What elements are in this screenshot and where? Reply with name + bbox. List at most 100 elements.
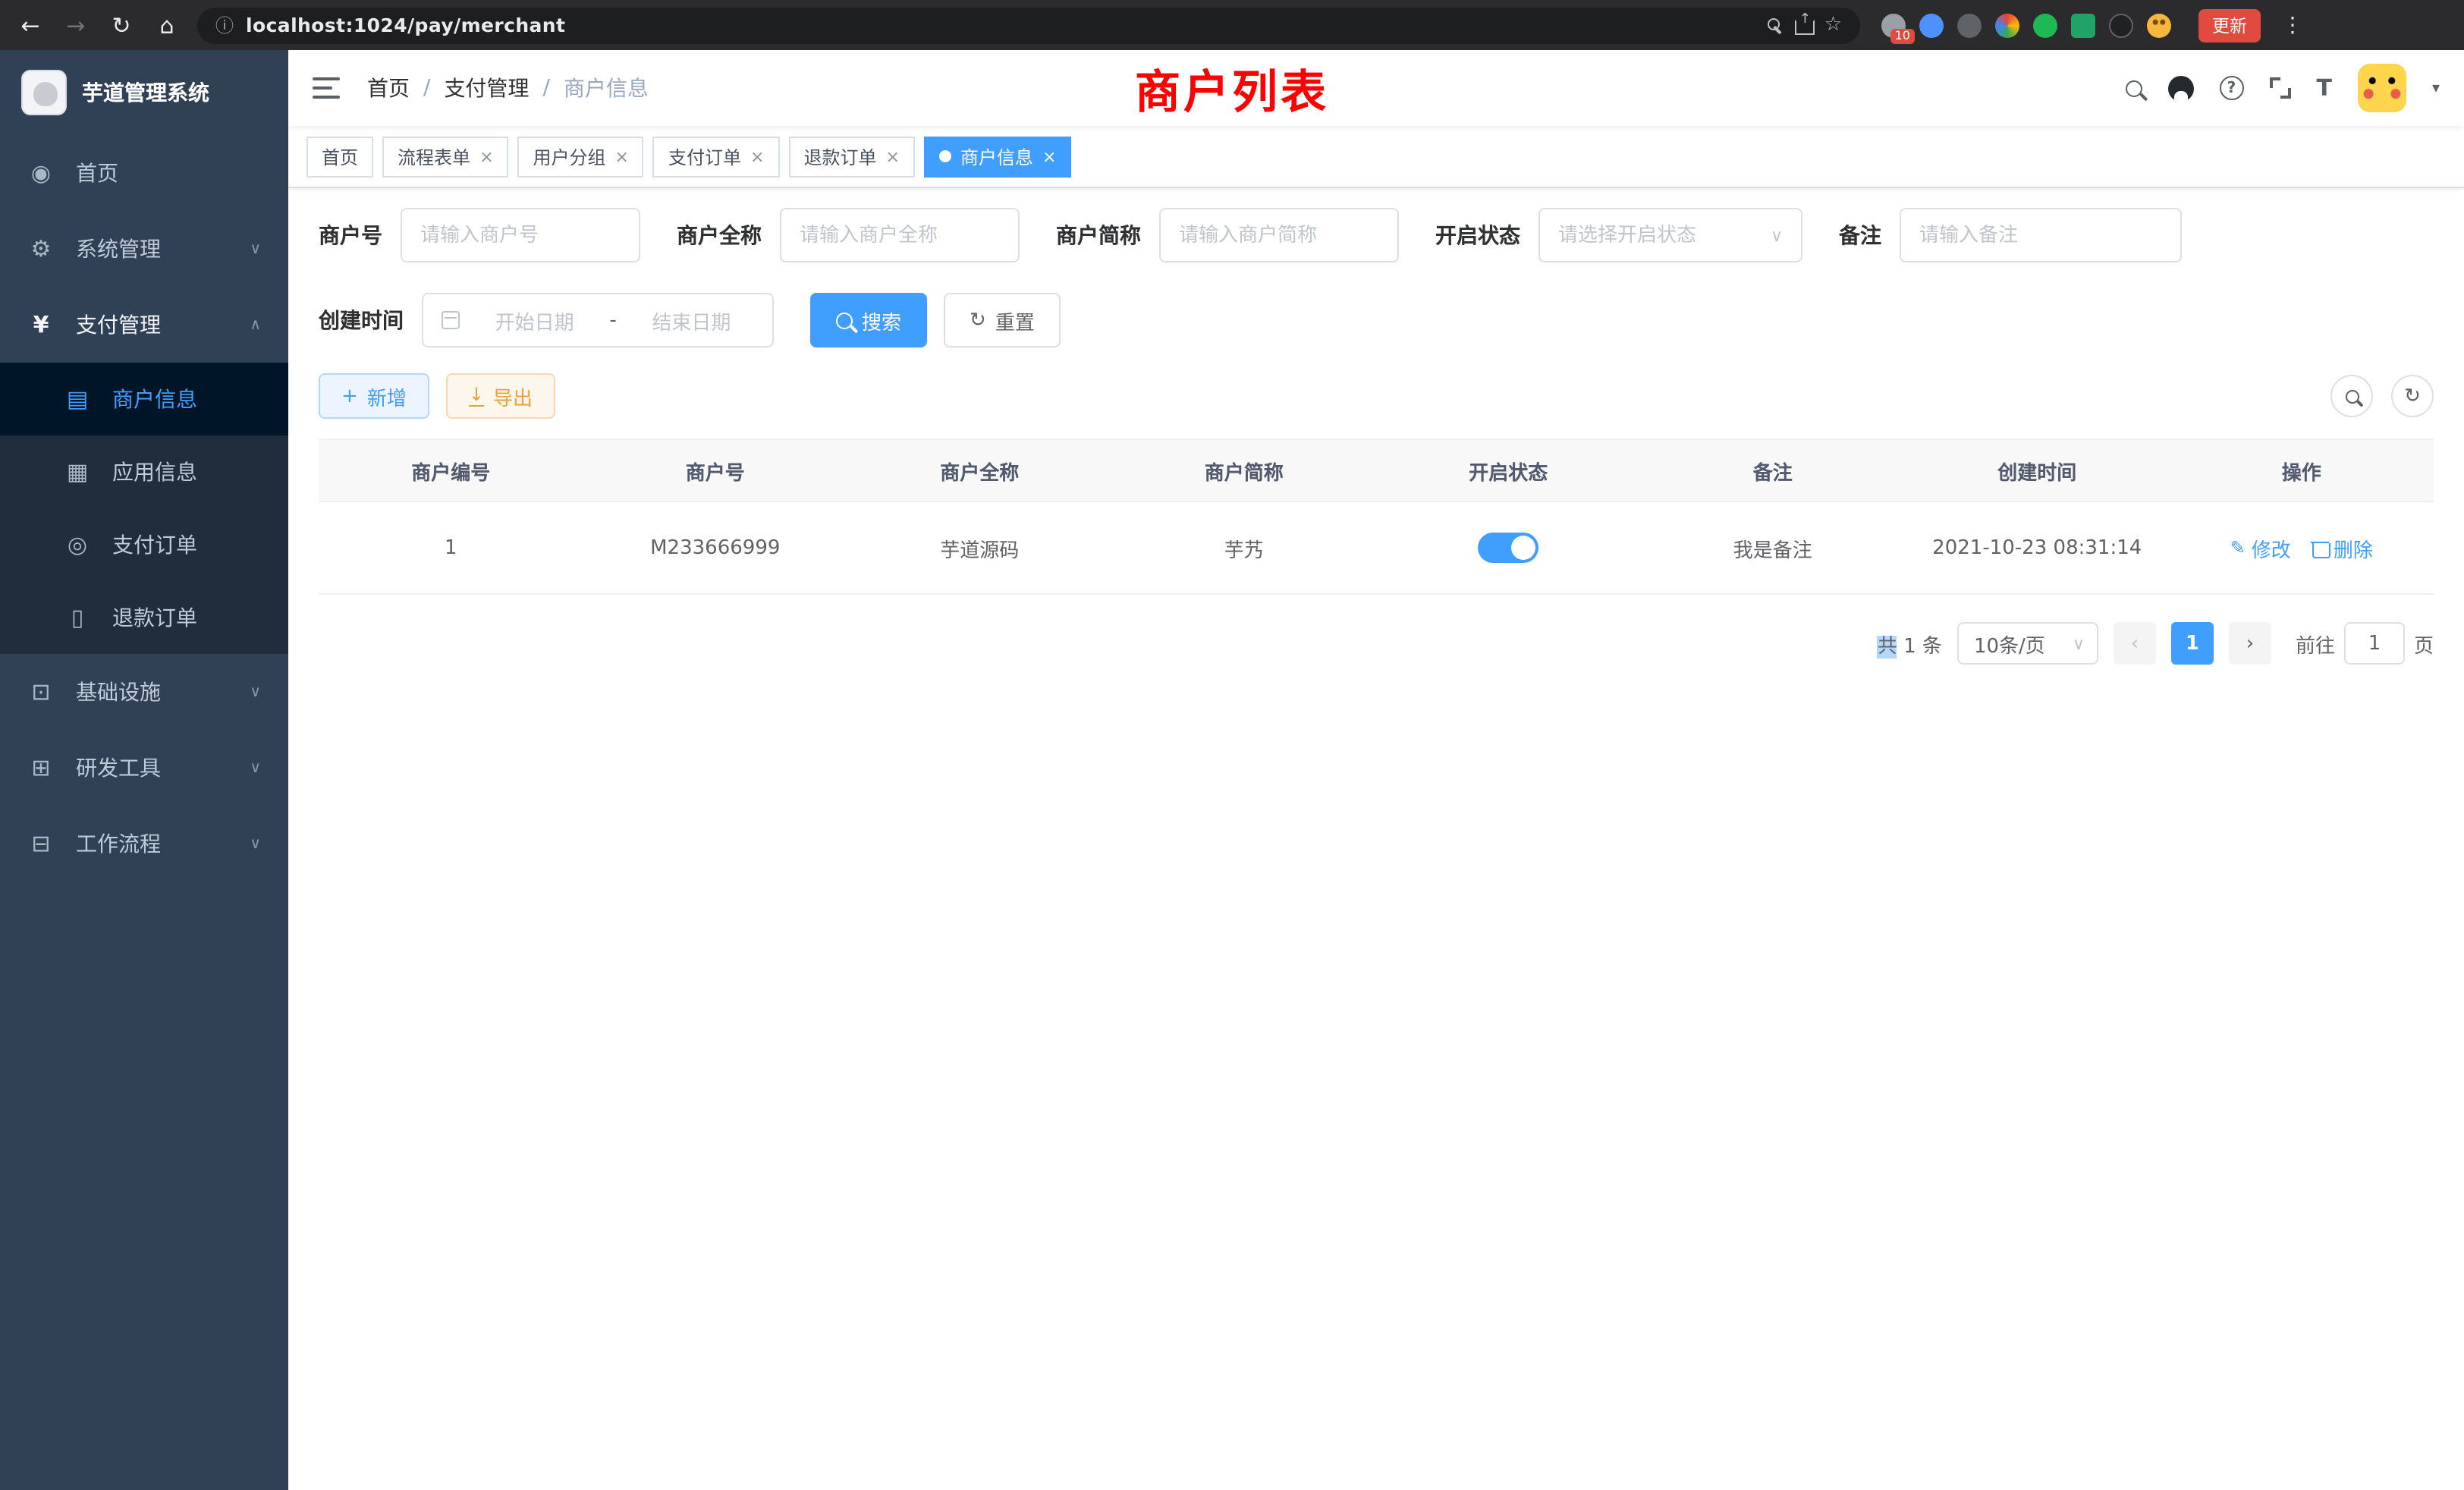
share-icon[interactable] bbox=[1796, 16, 1812, 34]
full-name-input[interactable] bbox=[780, 208, 1020, 262]
remark-field[interactable] bbox=[1919, 224, 2162, 247]
toggle-search-button[interactable] bbox=[2330, 375, 2373, 417]
add-button[interactable]: + 新增 bbox=[319, 373, 429, 419]
reset-button[interactable]: ↻ 重置 bbox=[944, 293, 1061, 347]
remark-input[interactable] bbox=[1900, 208, 2182, 262]
browser-home-icon[interactable]: ⌂ bbox=[152, 11, 182, 39]
search-icon[interactable] bbox=[2125, 80, 2142, 96]
github-icon[interactable] bbox=[2167, 75, 2193, 101]
browser-back-icon[interactable]: ← bbox=[15, 11, 46, 39]
app-title: 芋道管理系统 bbox=[82, 77, 209, 108]
extension-avatar-icon[interactable] bbox=[2147, 13, 2171, 37]
close-icon[interactable]: × bbox=[750, 146, 764, 166]
column-header: 创建时间 bbox=[1905, 440, 2170, 501]
search-button[interactable]: 搜索 bbox=[810, 293, 927, 347]
date-range-picker[interactable]: 开始日期 - 结束日期 bbox=[422, 293, 774, 347]
address-bar[interactable]: ⓘ localhost:1024/pay/merchant ☆ bbox=[197, 7, 1860, 43]
sidebar-item-pay-order[interactable]: ◎ 支付订单 bbox=[0, 508, 288, 581]
bookmark-star-icon[interactable]: ☆ bbox=[1824, 14, 1842, 36]
sidebar-item-infrastructure[interactable]: ⊡ 基础设施 ∨ bbox=[0, 654, 288, 730]
sidebar-item-payment[interactable]: ¥ 支付管理 ∧ bbox=[0, 287, 288, 363]
app-logo[interactable]: 芋道管理系统 bbox=[0, 50, 288, 135]
sidebar-item-workflow[interactable]: ⊟ 工作流程 ∨ bbox=[0, 806, 288, 882]
hamburger-icon[interactable] bbox=[313, 77, 340, 99]
sidebar-item-system[interactable]: ⚙ 系统管理 ∨ bbox=[0, 211, 288, 287]
sidebar-item-merchant-info[interactable]: ▤ 商户信息 bbox=[0, 363, 288, 435]
delete-link[interactable]: 删除 bbox=[2312, 533, 2373, 562]
edit-link[interactable]: ✎ 修改 bbox=[2230, 533, 2291, 562]
workflow-icon: ⊟ bbox=[27, 830, 55, 857]
sidebar-item-label: 基础设施 bbox=[76, 677, 161, 707]
sidebar-item-app-info[interactable]: ▦ 应用信息 bbox=[0, 435, 288, 508]
full-name-field[interactable] bbox=[800, 224, 1000, 247]
next-page-button[interactable]: › bbox=[2229, 622, 2271, 665]
status-field[interactable] bbox=[1558, 224, 1758, 247]
tab-label: 退款订单 bbox=[803, 143, 876, 169]
help-icon[interactable]: ? bbox=[2219, 76, 2243, 100]
extension-icon[interactable] bbox=[2033, 13, 2057, 37]
extension-icon[interactable] bbox=[2071, 13, 2095, 37]
tab-merchant-info[interactable]: 商户信息 × bbox=[924, 136, 1071, 177]
extension-icon[interactable] bbox=[1919, 13, 1944, 37]
search-button-label: 搜索 bbox=[862, 306, 901, 335]
browser-reload-icon[interactable]: ↻ bbox=[106, 11, 137, 39]
tab-label: 流程表单 bbox=[398, 143, 470, 169]
tab-pay-order[interactable]: 支付订单× bbox=[653, 136, 779, 177]
short-name-input[interactable] bbox=[1159, 208, 1399, 262]
cell-remark: 我是备注 bbox=[1641, 502, 1906, 593]
browser-menu-icon[interactable]: ⋮ bbox=[2282, 13, 2303, 37]
avatar-caret-icon[interactable]: ▾ bbox=[2432, 80, 2440, 96]
end-date-placeholder[interactable]: 结束日期 bbox=[629, 306, 754, 335]
extension-icon[interactable]: 10 bbox=[1881, 13, 1906, 37]
fullscreen-icon[interactable] bbox=[2269, 77, 2290, 99]
extension-icon[interactable] bbox=[1995, 13, 2019, 37]
chevron-down-icon: ∨ bbox=[250, 684, 261, 700]
extension-icon[interactable] bbox=[1957, 13, 1982, 37]
tab-label: 商户信息 bbox=[960, 143, 1033, 169]
main-content: 商户号 商户全称 商户简称 开启状态 bbox=[288, 188, 2464, 1490]
goto-suffix: 页 bbox=[2414, 629, 2434, 658]
update-button[interactable]: 更新 bbox=[2198, 8, 2261, 42]
merchant-no-field[interactable] bbox=[420, 224, 621, 247]
sidebar-item-home[interactable]: ◉ 首页 bbox=[0, 135, 288, 211]
prev-page-button[interactable]: ‹ bbox=[2114, 622, 2156, 665]
start-date-placeholder[interactable]: 开始日期 bbox=[472, 306, 597, 335]
browser-forward-icon[interactable]: → bbox=[61, 11, 91, 39]
short-name-field[interactable] bbox=[1179, 224, 1379, 247]
payment-submenu: ▤ 商户信息 ▦ 应用信息 ◎ 支付订单 ▯ 退款订单 bbox=[0, 363, 288, 654]
export-button[interactable]: ↓ 导出 bbox=[446, 373, 555, 419]
url-text[interactable]: localhost:1024/pay/merchant bbox=[246, 14, 1756, 36]
breadcrumb-payment[interactable]: 支付管理 bbox=[444, 73, 529, 103]
page-number-1[interactable]: 1 bbox=[2171, 622, 2214, 665]
filter-label: 商户简称 bbox=[1056, 220, 1141, 250]
table-toolbar: + 新增 ↓ 导出 ↻ bbox=[319, 373, 2434, 419]
goto-page-input[interactable] bbox=[2344, 622, 2405, 665]
site-info-icon[interactable]: ⓘ bbox=[215, 12, 234, 38]
status-select[interactable]: ∨ bbox=[1538, 208, 1802, 262]
close-icon[interactable]: × bbox=[615, 146, 629, 166]
app-grid-icon: ▦ bbox=[64, 458, 91, 486]
close-icon[interactable]: × bbox=[885, 146, 899, 166]
tab-home[interactable]: 首页 bbox=[306, 136, 373, 177]
table-row: 1 M233666999 芋道源码 芋艿 我是备注 2021-10-23 08:… bbox=[319, 501, 2434, 593]
font-size-icon[interactable]: T bbox=[2316, 77, 2331, 99]
password-key-icon[interactable] bbox=[1768, 17, 1784, 33]
refresh-table-button[interactable]: ↻ bbox=[2391, 375, 2434, 417]
merchant-no-input[interactable] bbox=[401, 208, 640, 262]
close-icon[interactable]: × bbox=[479, 146, 493, 166]
gear-icon: ⚙ bbox=[27, 235, 55, 262]
sidebar-item-devtools[interactable]: ⊞ 研发工具 ∨ bbox=[0, 730, 288, 806]
breadcrumb-separator: / bbox=[542, 76, 549, 100]
tab-process-form[interactable]: 流程表单 × bbox=[382, 136, 508, 177]
extension-icon[interactable] bbox=[2109, 13, 2133, 37]
cell-actions: ✎ 修改 删除 bbox=[2170, 502, 2434, 593]
page-size-select[interactable]: 10条/页 ∨ bbox=[1957, 622, 2098, 665]
breadcrumb-home[interactable]: 首页 bbox=[367, 73, 410, 103]
tab-refund-order[interactable]: 退款订单 × bbox=[788, 136, 914, 177]
breadcrumb-current: 商户信息 bbox=[564, 73, 649, 103]
tab-user-group[interactable]: 用户分组× bbox=[518, 136, 644, 177]
close-icon[interactable]: × bbox=[1042, 146, 1056, 166]
user-avatar[interactable] bbox=[2358, 64, 2406, 112]
status-toggle[interactable] bbox=[1478, 533, 1538, 563]
sidebar-item-refund-order[interactable]: ▯ 退款订单 bbox=[0, 581, 288, 654]
